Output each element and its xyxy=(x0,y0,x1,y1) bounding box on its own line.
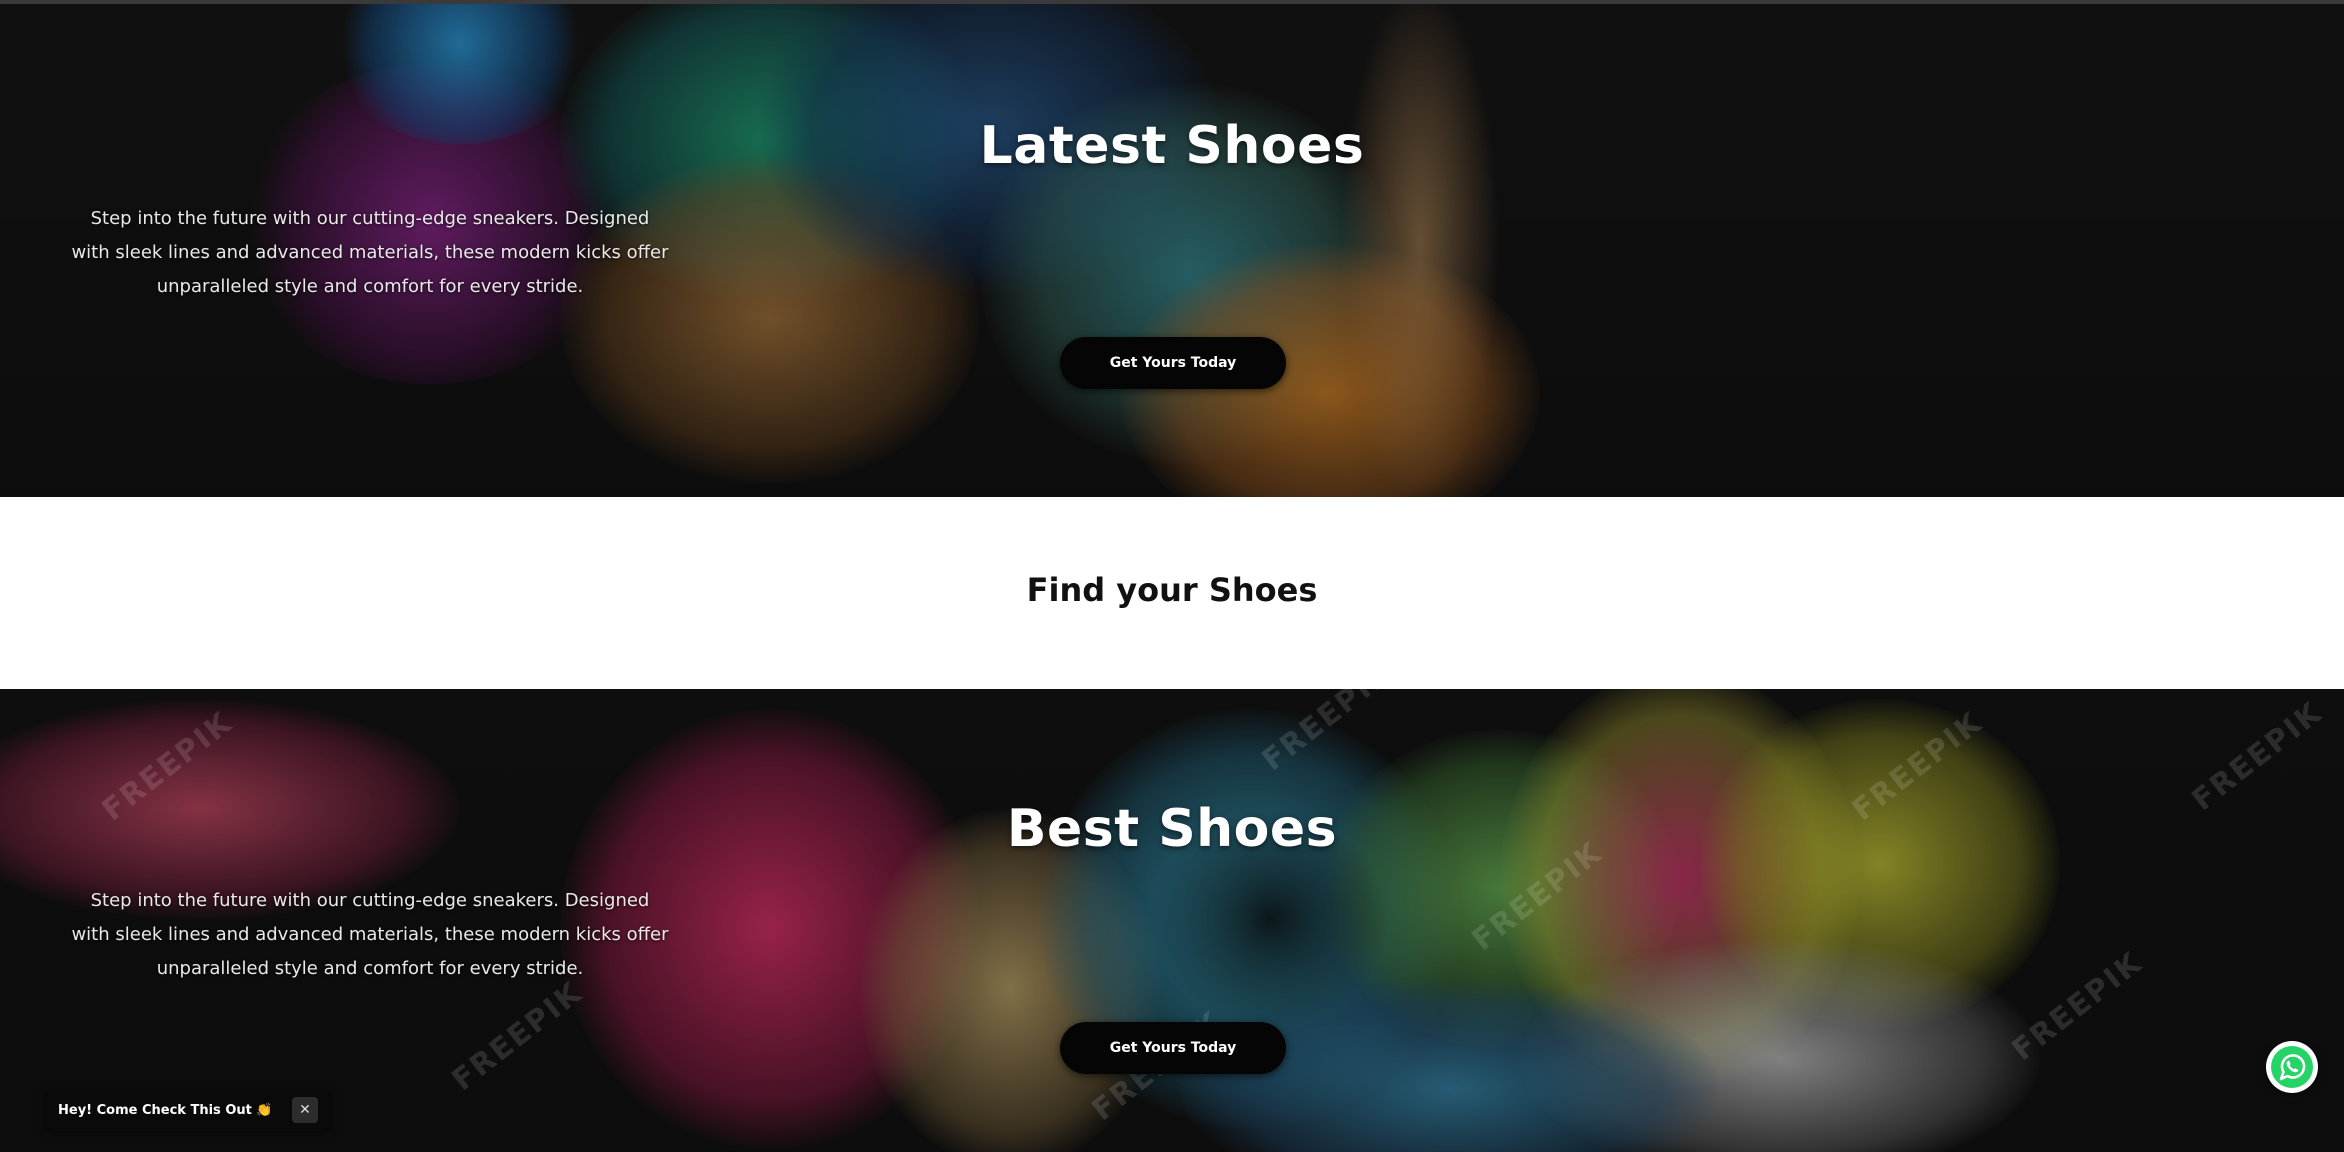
chat-toast[interactable]: Hey! Come Check This Out 👏 ✕ xyxy=(46,1089,330,1131)
whatsapp-icon xyxy=(2271,1046,2313,1088)
landing-page: Latest Shoes Step into the future with o… xyxy=(0,0,2344,1152)
hero-best-shoes: FREEPIK FREEPIK FREEPIK FREEPIK FREEPIK … xyxy=(0,689,2344,1152)
get-yours-today-button[interactable]: Get Yours Today xyxy=(1060,337,1286,389)
hero-latest-shoes: Latest Shoes Step into the future with o… xyxy=(0,0,2344,497)
hero-description: Step into the future with our cutting-ed… xyxy=(71,208,669,297)
hero-description: Step into the future with our cutting-ed… xyxy=(71,890,669,979)
toast-message: Hey! Come Check This Out 👏 xyxy=(58,1102,273,1118)
get-yours-today-button[interactable]: Get Yours Today xyxy=(1060,1022,1286,1074)
hero-title: Latest Shoes xyxy=(979,116,1365,176)
section-title: Find your Shoes xyxy=(1026,571,1318,609)
find-shoes-section: Find your Shoes xyxy=(0,497,2344,689)
hero-title: Best Shoes xyxy=(1006,799,1338,859)
close-icon[interactable]: ✕ xyxy=(292,1097,318,1123)
whatsapp-button[interactable] xyxy=(2266,1041,2318,1093)
